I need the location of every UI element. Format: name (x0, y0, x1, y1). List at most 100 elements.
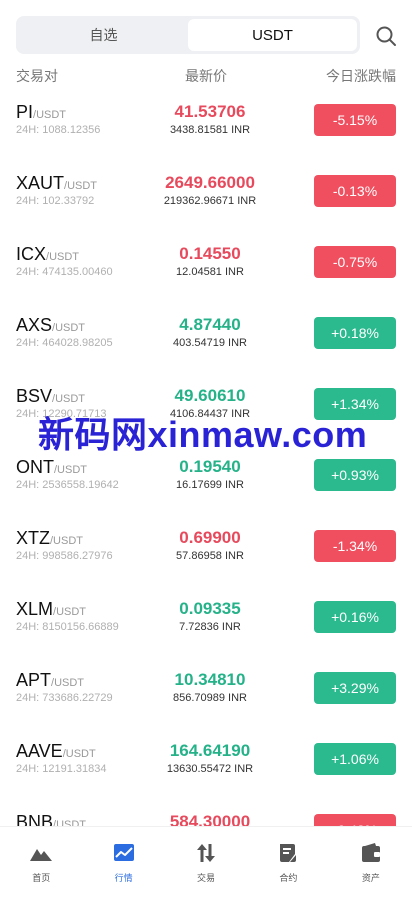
base-symbol: AXS (16, 315, 53, 335)
home-mountain-icon (30, 849, 53, 861)
wallet-icon (361, 843, 380, 862)
pair-symbol: BNB/USDT (16, 812, 86, 826)
quote-symbol: /USDT (62, 748, 96, 760)
base-symbol: ONT (16, 457, 54, 477)
market-row[interactable]: XTZ/USDT 24H: 998586.27976 0.69900 57.86958… (0, 516, 412, 587)
fiat-price: 3438.81581 INR (169, 124, 251, 136)
change-badge[interactable]: -1.34% (314, 530, 396, 562)
volume-24h: 24H: 474135.00460 (16, 266, 113, 278)
last-price: 0.19540 (179, 457, 241, 476)
tab-assets-label: 资产 (361, 874, 380, 884)
pair-symbol: APT/USDT (16, 670, 84, 691)
contract-document-icon (280, 844, 297, 862)
last-price: 584.30000 (169, 812, 251, 826)
quote-symbol: /USDT (52, 322, 86, 334)
tab-trade-label: 交易 (197, 874, 216, 884)
fiat-price: 13630.55472 INR (166, 763, 254, 775)
market-row[interactable]: AAVE/USDT 24H: 12191.31834 164.64190 13630.… (0, 729, 412, 800)
base-symbol: XAUT (16, 173, 65, 193)
change-badge[interactable]: +0.16% (314, 601, 396, 633)
market-row[interactable]: ICX/USDT 24H: 474135.00460 0.14550 12.04581… (0, 232, 412, 303)
fiat-price: 12.04581 INR (176, 266, 244, 278)
pair-symbol: ONT/USDT (16, 457, 87, 478)
change-badge[interactable]: +0.18% (314, 317, 396, 349)
tab-contract[interactable]: 合约 (247, 827, 329, 915)
market-row[interactable]: XAUT/USDT 24H: 102.33792 2649.66000 219362.… (0, 161, 412, 232)
tab-market-label: 行情 (114, 874, 133, 884)
pair-symbol: AXS/USDT (16, 315, 85, 336)
tab-home-label: 首页 (32, 874, 51, 884)
volume-24h: 24H: 998586.27976 (16, 550, 113, 562)
column-change-label: 今日涨跌幅 (326, 69, 396, 85)
column-price-label: 最新价 (185, 69, 227, 85)
last-price: 10.34810 (174, 670, 246, 689)
pair-symbol: XAUT/USDT (16, 173, 97, 194)
volume-24h: 24H: 1088.12356 (16, 124, 101, 136)
change-badge[interactable]: +1.06% (314, 743, 396, 775)
change-badge[interactable]: -0.13% (314, 175, 396, 207)
bottom-tab-bar: 首页 行情 交易 合约 资产 (0, 826, 412, 915)
pair-symbol: BSV/USDT (16, 386, 85, 407)
change-badge[interactable]: +0.93% (314, 459, 396, 491)
quote-symbol: /USDT (50, 535, 83, 547)
tab-trade[interactable]: 交易 (165, 827, 247, 915)
market-row[interactable]: BNB/USDT 584.30000 -0.42% (0, 800, 412, 826)
change-badge[interactable]: -5.15% (314, 104, 396, 136)
last-price: 0.69900 (179, 528, 241, 547)
volume-24h: 24H: 102.33792 (16, 195, 95, 207)
pair-symbol: ICX/USDT (16, 244, 79, 265)
quote-symbol: /USDT (54, 464, 87, 476)
tab-contract-label: 合约 (279, 874, 298, 884)
change-badge[interactable]: +3.29% (314, 672, 396, 704)
quote-symbol: /USDT (51, 677, 85, 689)
fiat-price: 856.70989 INR (173, 692, 247, 704)
fiat-price: 7.72836 INR (179, 621, 241, 633)
watermark-text: 新码网xinmaw.com (38, 414, 368, 455)
base-symbol: BSV (16, 386, 53, 406)
volume-24h: 24H: 8150156.66889 (16, 621, 119, 633)
volume-24h: 24H: 12191.31834 (16, 763, 107, 775)
tab-home[interactable]: 首页 (0, 827, 82, 915)
search-icon[interactable] (374, 24, 398, 48)
volume-24h: 24H: 2536558.19642 (16, 479, 119, 491)
base-symbol: ICX (16, 244, 47, 264)
trade-arrows-icon (197, 844, 216, 862)
last-price: 2649.66000 (165, 173, 255, 192)
market-row[interactable]: XLM/USDT 24H: 8150156.66889 0.09335 7.72836… (0, 587, 412, 658)
quote-symbol: /USDT (33, 109, 67, 121)
market-row[interactable]: APT/USDT 24H: 733686.22729 10.34810 856.709… (0, 658, 412, 729)
fiat-price: 57.86958 INR (176, 550, 244, 562)
base-symbol: PI (16, 102, 34, 122)
column-pair-label: 交易对 (16, 69, 58, 85)
pair-symbol: XTZ/USDT (16, 528, 83, 549)
base-symbol: AAVE (16, 741, 63, 761)
volume-24h: 24H: 464028.98205 (16, 337, 113, 349)
last-price: 41.53706 (174, 102, 246, 121)
market-chart-icon (113, 844, 134, 861)
column-header: 交易对 最新价 今日涨跌幅 (0, 66, 412, 86)
market-list: PI/USDT 24H: 1088.12356 41.53706 3438.81581… (0, 90, 412, 826)
base-symbol: APT (16, 670, 52, 690)
segment-usdt[interactable]: USDT (188, 19, 357, 51)
fiat-price: 219362.96671 INR (163, 195, 257, 207)
segment-favorites[interactable]: 自选 (19, 19, 188, 51)
base-symbol: XLM (16, 599, 54, 619)
pair-symbol: PI/USDT (16, 102, 66, 123)
quote-symbol: /USDT (53, 819, 87, 826)
market-row[interactable]: AXS/USDT 24H: 464028.98205 4.87440 403.5471… (0, 303, 412, 374)
tab-market[interactable]: 行情 (82, 827, 164, 915)
pair-symbol: XLM/USDT (16, 599, 86, 620)
change-badge[interactable]: -0.75% (314, 246, 396, 278)
fiat-price: 403.54719 INR (173, 337, 247, 349)
quote-symbol: /USDT (64, 180, 98, 192)
last-price: 164.64190 (169, 741, 251, 760)
volume-24h: 24H: 733686.22729 (16, 692, 113, 704)
last-price: 49.60610 (174, 386, 246, 405)
change-badge[interactable]: -0.42% (314, 814, 396, 826)
market-row[interactable]: PI/USDT 24H: 1088.12356 41.53706 3438.81581… (0, 90, 412, 161)
quote-symbol: /USDT (53, 606, 87, 618)
pair-symbol: AAVE/USDT (16, 741, 96, 762)
tab-assets[interactable]: 资产 (330, 827, 412, 915)
base-symbol: XTZ (16, 528, 50, 548)
last-price: 0.14550 (179, 244, 241, 263)
